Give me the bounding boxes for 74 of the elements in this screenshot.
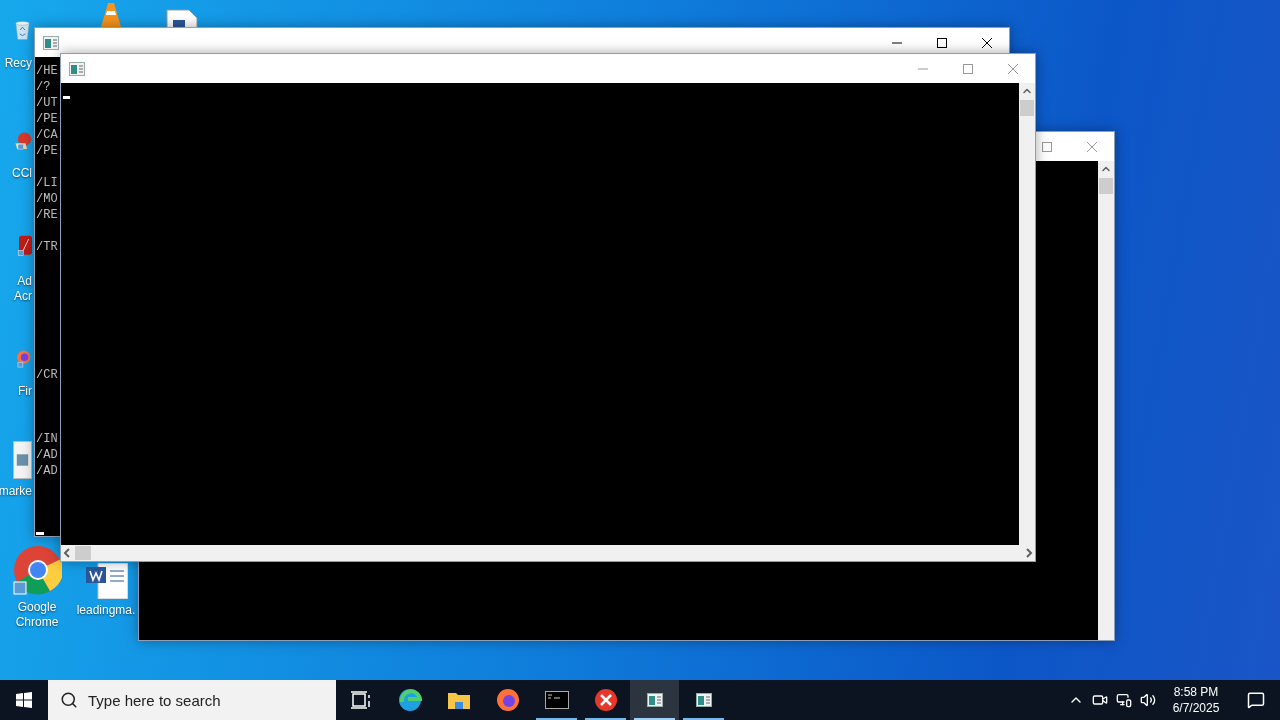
clock-date: 6/7/2025 bbox=[1172, 700, 1220, 716]
minimize-icon bbox=[891, 41, 902, 44]
volume-icon[interactable] bbox=[1140, 692, 1156, 708]
network-icon[interactable] bbox=[1116, 692, 1132, 708]
browser-icon bbox=[495, 688, 520, 712]
vertical-scrollbar[interactable] bbox=[1098, 161, 1114, 640]
console-line: /IN bbox=[36, 432, 58, 446]
console-line: /UT bbox=[36, 96, 58, 110]
minimize-icon bbox=[917, 67, 928, 70]
desktop-icon[interactable]: Ad Acr bbox=[0, 222, 33, 304]
desktop-icon[interactable]: CCl bbox=[0, 118, 33, 181]
console-line: /AD bbox=[36, 448, 58, 462]
edge-icon bbox=[397, 688, 422, 712]
task-view-icon bbox=[350, 691, 371, 709]
scroll-thumb[interactable] bbox=[75, 546, 91, 560]
desktop-icon[interactable]: Recy bbox=[0, 8, 33, 71]
notifications-icon[interactable] bbox=[1247, 691, 1265, 709]
console-line: /PE bbox=[36, 112, 58, 126]
maximize-icon bbox=[936, 37, 947, 48]
icon-label: leadingma. bbox=[76, 603, 136, 618]
scroll-thumb[interactable] bbox=[1099, 178, 1113, 194]
desktop-icon[interactable]: leadingma. bbox=[74, 563, 138, 618]
console-icon bbox=[646, 693, 663, 707]
windows-logo-icon bbox=[16, 692, 32, 708]
icon-label: Ad bbox=[17, 274, 32, 289]
running-indicator bbox=[634, 718, 675, 720]
icon-label: CCl bbox=[12, 166, 32, 181]
desktop-icon[interactable]: Fir bbox=[0, 336, 33, 399]
running-indicator bbox=[585, 718, 626, 720]
error-icon bbox=[593, 688, 618, 712]
console-icon bbox=[43, 35, 59, 50]
text-cursor bbox=[63, 96, 70, 99]
console-line: /CR bbox=[36, 368, 58, 382]
maximize-icon bbox=[1042, 141, 1052, 152]
console-line: /TR bbox=[36, 240, 58, 254]
console-line: /MO bbox=[36, 192, 58, 206]
close-icon bbox=[1007, 63, 1018, 74]
close-icon bbox=[981, 37, 992, 48]
scroll-thumb[interactable] bbox=[1020, 100, 1034, 116]
scroll-left-icon[interactable] bbox=[63, 548, 71, 558]
console-line: /AD bbox=[36, 464, 58, 478]
icon-label: Fir bbox=[18, 384, 32, 399]
search-icon bbox=[60, 691, 78, 709]
console-line: /RE bbox=[36, 208, 58, 222]
close-icon bbox=[1086, 141, 1097, 152]
running-indicator bbox=[536, 718, 577, 720]
icon-label: marke bbox=[0, 484, 32, 499]
taskbar-button[interactable] bbox=[630, 680, 679, 720]
console-line: /LI bbox=[36, 176, 58, 190]
horizontal-scrollbar[interactable] bbox=[61, 545, 1035, 561]
console-line: /? bbox=[36, 80, 51, 94]
clock[interactable]: 8:58 PM 6/7/2025 bbox=[1160, 684, 1232, 716]
console-icon bbox=[69, 61, 85, 76]
vertical-scrollbar[interactable] bbox=[1019, 83, 1035, 545]
icon-label: Acr bbox=[14, 289, 32, 304]
terminal-icon bbox=[544, 691, 569, 709]
icon-label: Recy bbox=[4, 56, 32, 71]
desktop-icon[interactable]: marke bbox=[0, 440, 33, 499]
icon-label: Google bbox=[17, 600, 57, 615]
search-field[interactable]: Type here to search bbox=[48, 680, 336, 720]
desktop-icon[interactable] bbox=[98, 3, 124, 27]
folder-icon bbox=[446, 690, 471, 710]
console-line: /HE bbox=[36, 64, 58, 78]
console-line: /PE bbox=[36, 144, 58, 158]
console-line: /CA bbox=[36, 128, 58, 142]
camera-icon[interactable] bbox=[1092, 692, 1108, 708]
clock-time: 8:58 PM bbox=[1173, 684, 1219, 700]
image-file-icon bbox=[13, 440, 32, 480]
scroll-right-icon[interactable] bbox=[1025, 548, 1033, 558]
running-indicator bbox=[683, 718, 724, 720]
console-icon bbox=[695, 693, 712, 707]
desktop-icon[interactable]: Google Chrome bbox=[2, 546, 72, 630]
icon-label: Chrome bbox=[15, 615, 59, 630]
maximize-icon bbox=[962, 63, 973, 74]
